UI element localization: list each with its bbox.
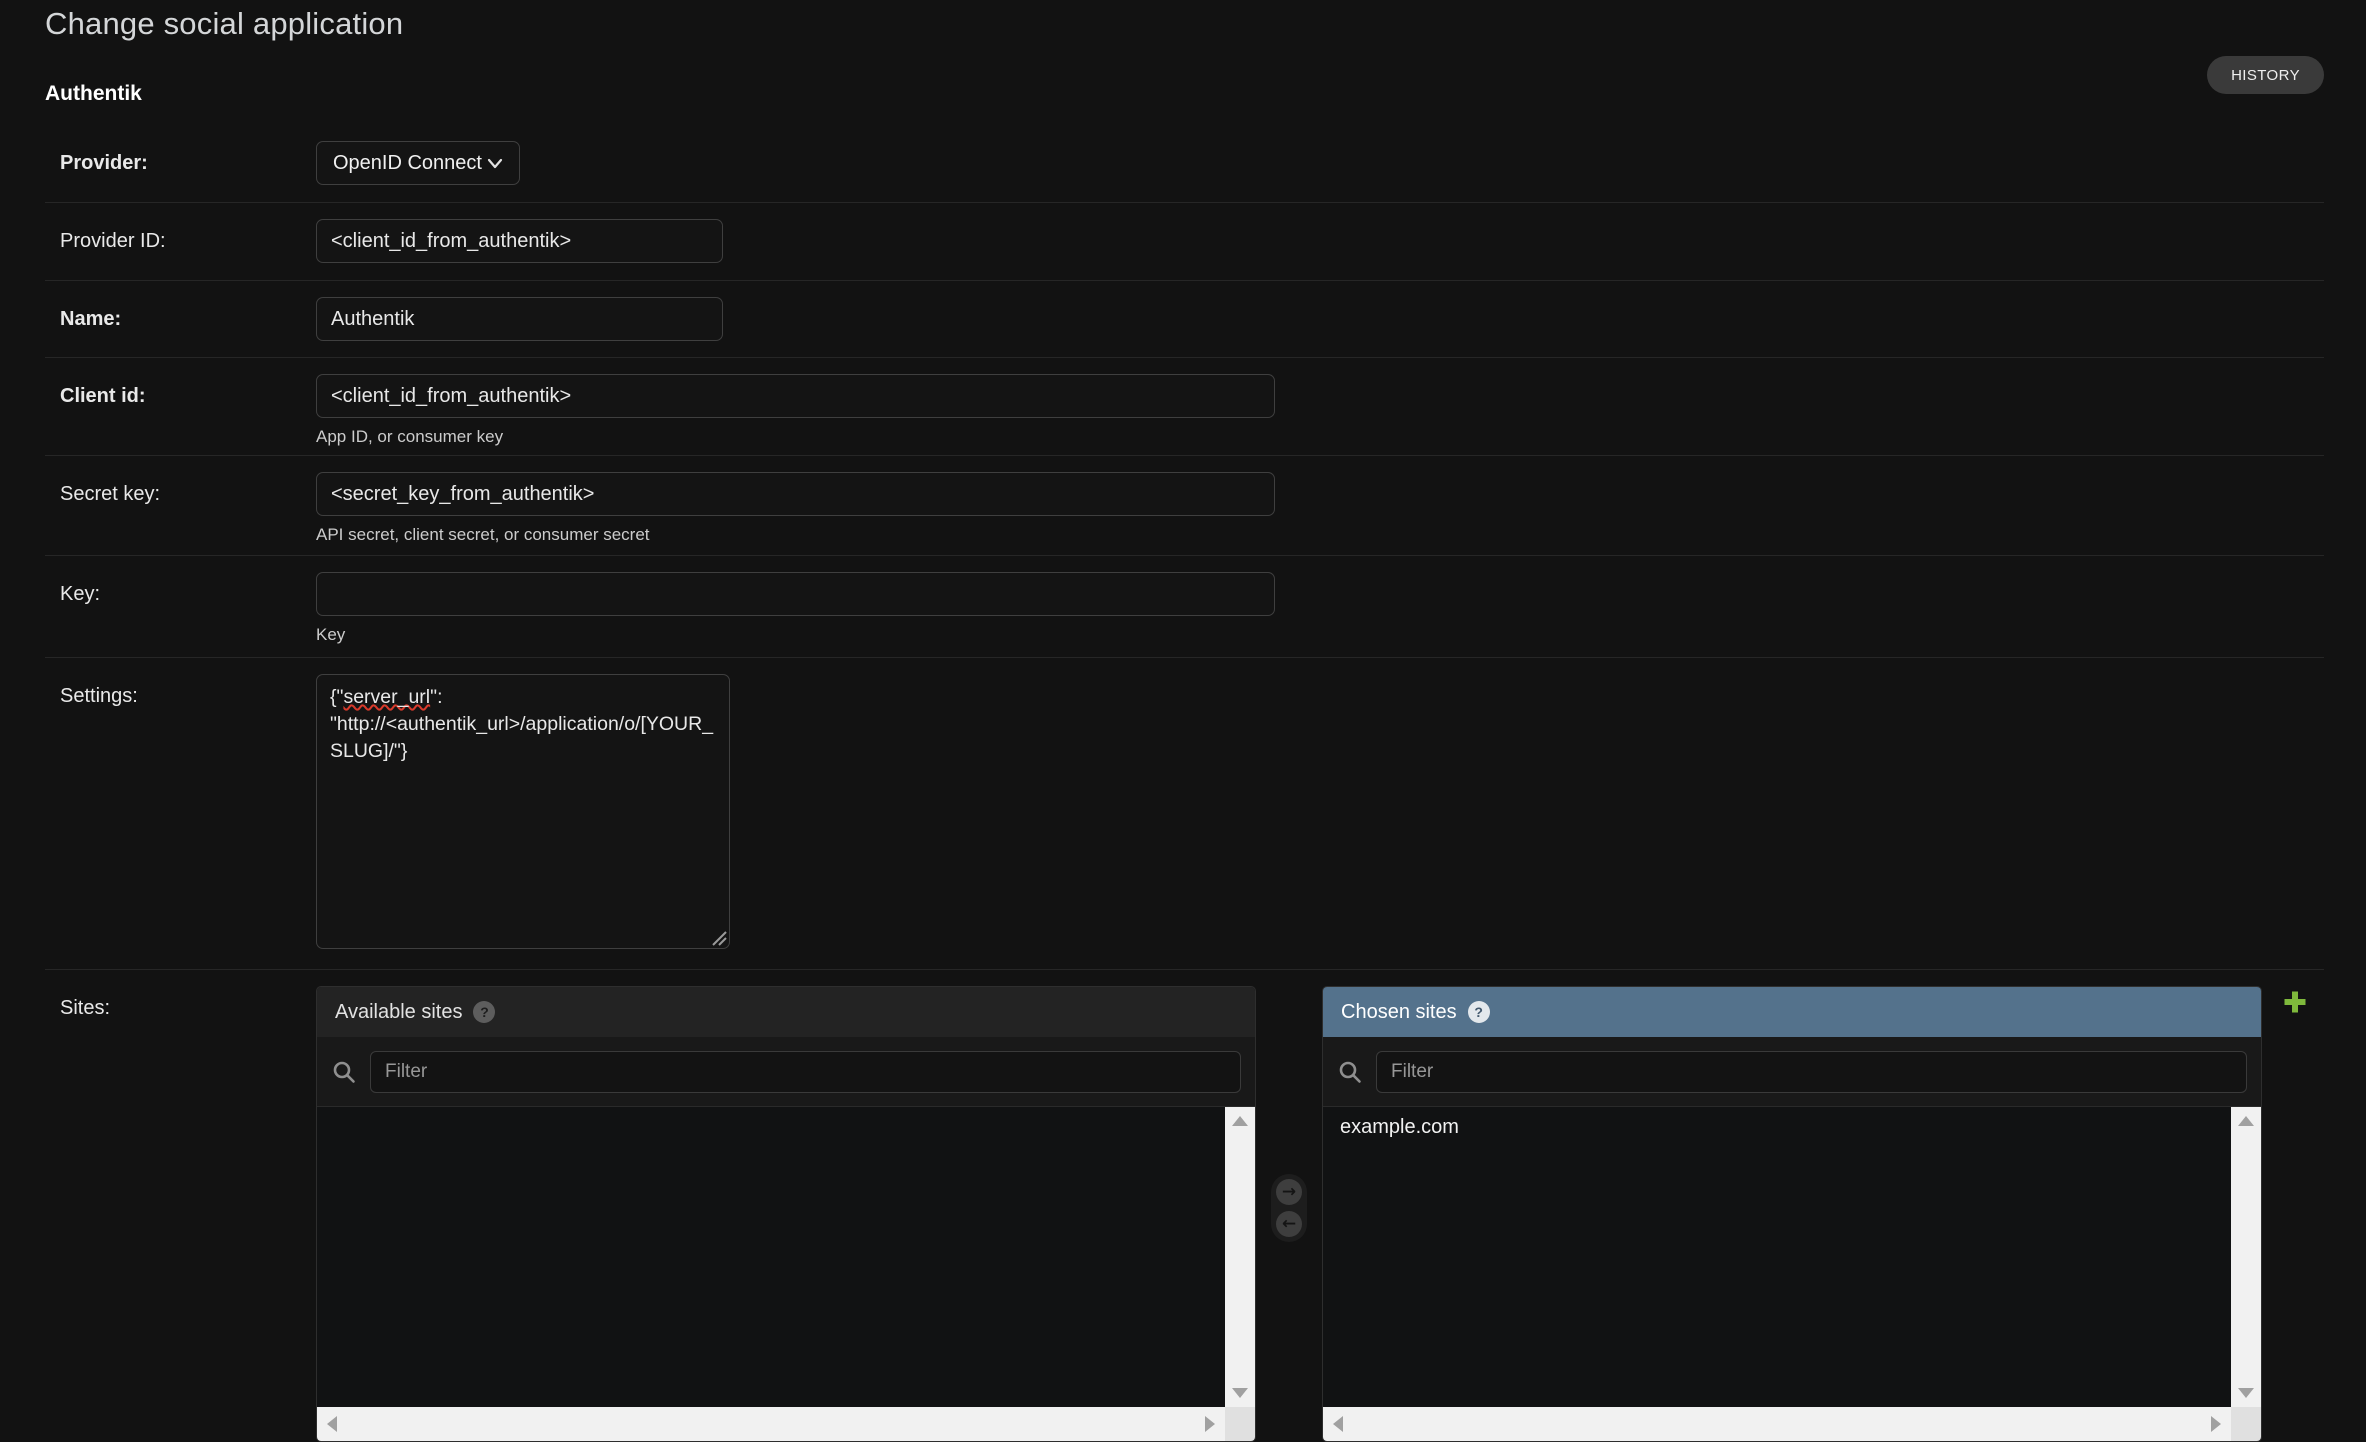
provider-id-label: Provider ID: xyxy=(60,230,166,252)
provider-label: Provider: xyxy=(60,152,148,174)
secret-key-label: Secret key: xyxy=(60,483,160,505)
change-form: Provider: OpenID Connect Provider ID: xyxy=(45,125,2324,1442)
secret-key-input[interactable] xyxy=(316,472,1275,516)
remove-arrow-button[interactable]: ← xyxy=(1276,1211,1302,1237)
available-sites-panel: Available sites ? xyxy=(316,986,1256,1442)
scroll-down-icon[interactable] xyxy=(2238,1388,2254,1398)
form-row-secret-key: Secret key: API secret, client secret, o… xyxy=(45,456,2324,556)
available-vertical-scrollbar[interactable] xyxy=(1225,1107,1255,1407)
name-label: Name: xyxy=(60,308,121,330)
chosen-sites-help-icon[interactable]: ? xyxy=(1468,1001,1490,1023)
form-row-provider-id: Provider ID: xyxy=(45,203,2324,281)
available-sites-list[interactable] xyxy=(317,1107,1255,1407)
key-help: Key xyxy=(316,625,2324,645)
provider-selected-value: OpenID Connect xyxy=(333,152,482,175)
chosen-vertical-scrollbar[interactable] xyxy=(2231,1107,2261,1407)
key-input[interactable] xyxy=(316,572,1275,616)
scrollbar-corner xyxy=(1225,1407,1255,1441)
client-id-input[interactable] xyxy=(316,374,1275,418)
chosen-sites-panel: Chosen sites ? example.c xyxy=(1322,986,2262,1442)
scroll-down-icon[interactable] xyxy=(1232,1388,1248,1398)
provider-select[interactable]: OpenID Connect xyxy=(316,141,520,185)
scroll-up-icon[interactable] xyxy=(2238,1116,2254,1126)
search-icon xyxy=(331,1059,357,1085)
provider-id-input[interactable] xyxy=(316,219,723,263)
scroll-up-icon[interactable] xyxy=(1232,1116,1248,1126)
secret-key-help: API secret, client secret, or consumer s… xyxy=(316,525,2324,545)
chosen-horizontal-scrollbar[interactable] xyxy=(1323,1407,2231,1441)
add-site-plus-icon[interactable] xyxy=(2282,989,2308,1015)
chosen-filter-row xyxy=(1323,1037,2261,1107)
client-id-label: Client id: xyxy=(60,385,146,407)
chosen-sites-title: Chosen sites xyxy=(1341,1001,1457,1024)
form-row-provider: Provider: OpenID Connect xyxy=(45,125,2324,203)
chevron-down-icon xyxy=(484,152,506,174)
form-row-name: Name: xyxy=(45,281,2324,358)
available-filter-input[interactable] xyxy=(370,1051,1241,1093)
settings-label: Settings: xyxy=(60,685,138,707)
form-row-settings: Settings: {"server_url": "http://<authen… xyxy=(45,658,2324,970)
scroll-left-icon[interactable] xyxy=(1333,1416,1343,1432)
form-row-client-id: Client id: App ID, or consumer key xyxy=(45,358,2324,456)
form-row-sites: Sites: Available sites ? xyxy=(45,970,2324,1442)
settings-json-prefix: {" xyxy=(330,686,343,708)
scroll-right-icon[interactable] xyxy=(1205,1416,1215,1432)
chosen-site-option[interactable]: example.com xyxy=(1323,1107,2231,1148)
name-input[interactable] xyxy=(316,297,723,341)
key-label: Key: xyxy=(60,583,100,605)
sites-label: Sites: xyxy=(60,997,110,1019)
form-row-key: Key: Key xyxy=(45,556,2324,658)
scroll-left-icon[interactable] xyxy=(327,1416,337,1432)
client-id-help: App ID, or consumer key xyxy=(316,427,2324,447)
chosen-sites-list[interactable]: example.com xyxy=(1323,1107,2261,1407)
scroll-right-icon[interactable] xyxy=(2211,1416,2221,1432)
sites-dual-selector: Available sites ? xyxy=(316,986,2324,1442)
available-sites-help-icon[interactable]: ? xyxy=(473,1001,495,1023)
available-sites-header: Available sites ? xyxy=(317,987,1255,1037)
object-name-heading: Authentik xyxy=(45,82,142,106)
available-filter-row xyxy=(317,1037,1255,1107)
textarea-resize-handle[interactable] xyxy=(709,928,727,946)
settings-json-key-misspelled: server_url xyxy=(343,686,430,708)
change-social-application-page: Change social application HISTORY Authen… xyxy=(0,0,2366,1442)
settings-textarea[interactable]: {"server_url": "http://<authentik_url>/a… xyxy=(316,674,730,949)
move-buttons-pill: → ← xyxy=(1271,1174,1307,1242)
page-title: Change social application xyxy=(45,6,403,42)
choose-arrow-button[interactable]: → xyxy=(1276,1179,1302,1205)
search-icon xyxy=(1337,1059,1363,1085)
chosen-sites-header: Chosen sites ? xyxy=(1323,987,2261,1037)
available-sites-title: Available sites xyxy=(335,1001,462,1024)
history-button[interactable]: HISTORY xyxy=(2207,56,2324,94)
available-horizontal-scrollbar[interactable] xyxy=(317,1407,1225,1441)
chosen-filter-input[interactable] xyxy=(1376,1051,2247,1093)
scrollbar-corner xyxy=(2231,1407,2261,1441)
